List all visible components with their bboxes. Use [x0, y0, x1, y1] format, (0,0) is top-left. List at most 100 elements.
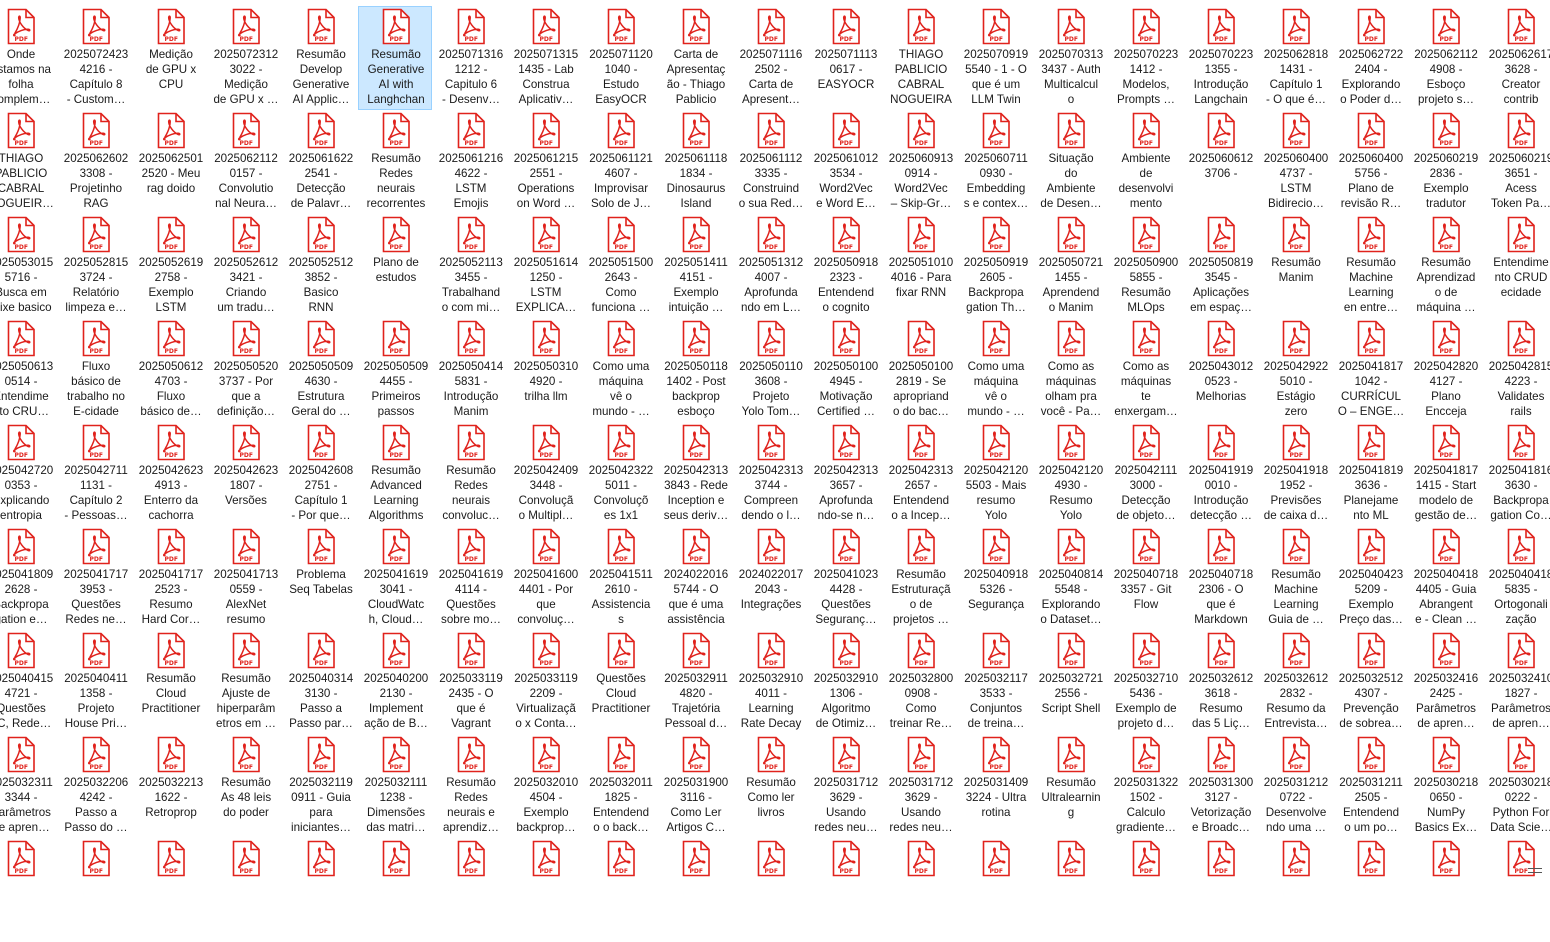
pdf-file-item[interactable]: PDF 2025040314 3130 - Passo a Passo par… — [283, 630, 357, 734]
pdf-file-item[interactable]: PDF 2025071316 1212 - Capitulo 6 - Desenv… — [433, 6, 507, 110]
pdf-file-item[interactable]: PDF 2025050414 5831 - Introdução Manim — [433, 318, 507, 422]
pdf-file-item[interactable]: PDF 2025062112 0157 - Convolutio nal Neur… — [208, 110, 282, 214]
pdf-file-item[interactable]: PDF 2025042313 2657 - Entendend o a Incep… — [883, 422, 957, 526]
pdf-file-item[interactable]: PDF 2025041819 3636 - Planejame nto ML — [1333, 422, 1407, 526]
pdf-file-item[interactable]: PDF — [1483, 838, 1550, 942]
pdf-file-item[interactable]: PDF — [958, 838, 1032, 942]
pdf-file-item[interactable]: PDF 2025032911 4820 - Trajetória Pessoal … — [658, 630, 732, 734]
pdf-file-item[interactable]: PDF Resumão Machine Learning Guia de … — [1258, 526, 1332, 630]
pdf-file-item[interactable]: PDF 2025050100 4945 - Motivação Certified… — [808, 318, 882, 422]
pdf-file-item[interactable]: PDF 2025061121 4607 - Improvisar Solo de … — [583, 110, 657, 214]
pdf-file-item[interactable]: PDF 2025050613 0514 - Entendime nto CRU… — [0, 318, 57, 422]
pdf-file-item[interactable]: PDF 2025041809 2628 - Backpropa gation e… — [0, 526, 57, 630]
pdf-file-item[interactable]: PDF 2025062602 3308 - Projetinho RAG — [58, 110, 132, 214]
pdf-file-item[interactable]: PDF Resumão Advanced Learning Algorithms — [358, 422, 432, 526]
pdf-file-item[interactable]: PDF 2025032311 3344 - Parâmetros de apren… — [0, 734, 57, 838]
pdf-file-item[interactable]: PDF Resumão Aprendizad o de máquina … — [1408, 214, 1482, 318]
pdf-file-item[interactable]: PDF — [1333, 838, 1407, 942]
pdf-file-item[interactable]: PDF 2025050612 4703 - Fluxo básico de… — [133, 318, 207, 422]
pdf-file-item[interactable]: PDF — [433, 838, 507, 942]
pdf-file-item[interactable]: PDF 2025042120 4930 - Resumo Yolo — [1033, 422, 1107, 526]
pdf-file-item[interactable]: PDF — [1183, 838, 1257, 942]
pdf-file-item[interactable]: PDF 2025031409 3224 - Ultra rotina — [958, 734, 1032, 838]
pdf-file-item[interactable]: PDF 2025060400 4737 - LSTM Bidirecio… — [1258, 110, 1332, 214]
pdf-file-item[interactable]: PDF — [583, 838, 657, 942]
pdf-file-item[interactable]: PDF 2025032710 5436 - Exemplo de projeto … — [1108, 630, 1182, 734]
pdf-file-item[interactable]: PDF 2025052113 3455 - Trabalhand o com mi… — [433, 214, 507, 318]
pdf-file-item[interactable]: PDF 2025070223 1412 - Modelos, Prompts … — [1108, 6, 1182, 110]
pdf-file-item[interactable]: PDF 2025042313 3657 - Aprofunda ndo-se n… — [808, 422, 882, 526]
pdf-file-item[interactable]: PDF Resumão Redes neurais recorrentes — [358, 110, 432, 214]
pdf-file-item[interactable]: PDF 2025031212 0722 - Desenvolve ndo uma … — [1258, 734, 1332, 838]
pdf-file-item[interactable]: PDF Resumão Redes neurais convoluc… — [433, 422, 507, 526]
pdf-file-item[interactable]: PDF 2025060219 2836 - Exemplo tradutor — [1408, 110, 1482, 214]
pdf-file-item[interactable]: PDF 2025050118 1402 - Post backprop esboç… — [658, 318, 732, 422]
pdf-file-item[interactable]: PDF 2025030218 0222 - Python For Data Sci… — [1483, 734, 1550, 838]
pdf-file-item[interactable]: PDF 2025071113 0617 - EASYOCR — [808, 6, 882, 110]
pdf-file-item[interactable]: PDF — [1408, 838, 1482, 942]
pdf-file-item[interactable]: PDF 2025061112 3335 - Construind o sua Re… — [733, 110, 807, 214]
pdf-file-item[interactable]: PDF 2025032111 1238 - Dimensões das matri… — [358, 734, 432, 838]
pdf-file-item[interactable]: PDF Fluxo básico de trabalho no E-cidade — [58, 318, 132, 422]
pdf-file-item[interactable]: PDF 2025050918 2323 - Entendend o cognito — [808, 214, 882, 318]
pdf-file-item[interactable]: PDF 2025050310 4920 - trilha llm — [508, 318, 582, 422]
pdf-file-item[interactable]: PDF 2025041717 2523 - Resumo Hard Cor… — [133, 526, 207, 630]
pdf-file-item[interactable]: PDF — [133, 838, 207, 942]
pdf-file-item[interactable]: PDF Resumão Machine Learning en entre… — [1333, 214, 1407, 318]
pdf-file-item[interactable]: PDF Resumão As 48 leis do poder — [208, 734, 282, 838]
pdf-file-item[interactable]: PDF 2025040718 2306 - O que é Markdown — [1183, 526, 1257, 630]
pdf-file-item[interactable]: PDF 2025041713 0559 - AlexNet resumo — [208, 526, 282, 630]
pdf-file-item[interactable]: PDF — [0, 838, 57, 942]
pdf-file-item[interactable]: PDF 2025060612 3706 - — [1183, 110, 1257, 214]
pdf-file-item[interactable]: PDF 2025042922 5010 - Estágio zero — [1258, 318, 1332, 422]
pdf-file-item[interactable]: PDF 2025032612 3618 - Resumo das 5 Liç… — [1183, 630, 1257, 734]
pdf-file-item[interactable]: PDF 2025072423 4216 - Capítulo 8 - Custom… — [58, 6, 132, 110]
pdf-file-item[interactable]: PDF — [358, 838, 432, 942]
pdf-file-item[interactable]: PDF Resumão Cloud Practitioner — [133, 630, 207, 734]
pdf-file-item[interactable]: PDF 2025071116 2502 - Carta de Apresent… — [733, 6, 807, 110]
pdf-file-item[interactable]: PDF Como as máquinas olham pra você - Pa… — [1033, 318, 1107, 422]
pdf-file-item[interactable]: PDF Plano de estudos — [358, 214, 432, 318]
pdf-file-item[interactable]: PDF 2025062501 2520 - Meu rag doido — [133, 110, 207, 214]
pdf-file-item[interactable]: PDF 2025042322 5011 - Convoluçõ es 1x1 — [583, 422, 657, 526]
pdf-file-item[interactable]: PDF 2025041511 2610 - Assistencia s — [583, 526, 657, 630]
pdf-file-item[interactable]: PDF 2025041817 1042 - CURRÍCUL O – ENGE… — [1333, 318, 1407, 422]
pdf-file-item[interactable]: PDF 2025070223 1355 - Introdução Langchai… — [1183, 6, 1257, 110]
pdf-file-item[interactable]: PDF Resumão Como ler livros — [733, 734, 807, 838]
pdf-file-item[interactable]: PDF Como uma máquina vê o mundo - … — [583, 318, 657, 422]
pdf-file-item[interactable]: PDF 2025041717 3953 - Questões Redes ne… — [58, 526, 132, 630]
pdf-file-item[interactable]: PDF 2025071315 1435 - Lab Construa Aplica… — [508, 6, 582, 110]
pdf-file-item[interactable]: PDF Resumão Redes neurais e aprendiz… — [433, 734, 507, 838]
pdf-file-item[interactable]: PDF 2025051411 4151 - Exemplo intuição … — [658, 214, 732, 318]
pdf-file-item[interactable]: PDF 2025061012 3534 - Word2Vec e Word E… — [808, 110, 882, 214]
pdf-file-item[interactable]: PDF 2025042409 3448 - Convoluçã o Multipl… — [508, 422, 582, 526]
pdf-file-item[interactable]: PDF Questões Cloud Practitioner — [583, 630, 657, 734]
pdf-file-item[interactable]: PDF 2025041918 1952 - Previsões de caixa … — [1258, 422, 1332, 526]
pdf-file-item[interactable]: PDF 2025042720 0353 - Explicando entropia — [0, 422, 57, 526]
pdf-file-item[interactable]: PDF 2025032800 0908 - Como treinar Re… — [883, 630, 957, 734]
pdf-file-item[interactable]: PDF 2025050110 3608 - Projeto Yolo Tom… — [733, 318, 807, 422]
pdf-file-item[interactable]: PDF 2025032410 1827 - Parâmetros de apren… — [1483, 630, 1550, 734]
pdf-file-item[interactable]: PDF 2025032010 4504 - Exemplo backprop… — [508, 734, 582, 838]
scroll-indicator[interactable] — [1528, 868, 1542, 873]
pdf-file-item[interactable]: PDF 2025032910 4011 - Learning Rate Decay — [733, 630, 807, 734]
pdf-file-item[interactable]: PDF 2025050900 5855 - Resumão MLOps — [1108, 214, 1182, 318]
pdf-file-item[interactable]: PDF 2025042313 3843 - Rede Inception e se… — [658, 422, 732, 526]
pdf-file-item[interactable]: PDF 2025032119 0911 - Guia para iniciante… — [283, 734, 357, 838]
pdf-file-item[interactable]: PDF 2025040200 2130 - Implement ação de B… — [358, 630, 432, 734]
pdf-file-item[interactable]: PDF 2025042711 1131 - Capítulo 2 - Pessoa… — [58, 422, 132, 526]
pdf-file-item[interactable]: PDF 2025050819 3545 - Aplicações em espaç… — [1183, 214, 1257, 318]
pdf-file-item[interactable]: PDF 2025042608 2751 - Capítulo 1 - Por qu… — [283, 422, 357, 526]
pdf-file-item[interactable]: PDF — [1258, 838, 1332, 942]
pdf-file-item[interactable]: PDF 2025032117 3533 - Conjuntos de treina… — [958, 630, 1032, 734]
pdf-file-item[interactable]: PDF — [58, 838, 132, 942]
pdf-file-item[interactable]: PDF Resumão Ultralearnin g — [1033, 734, 1107, 838]
pdf-file-item[interactable]: PDF 2025040918 5326 - Segurança — [958, 526, 1032, 630]
pdf-file-item[interactable]: PDF 2025072312 3022 - Medição de GPU x … — [208, 6, 282, 110]
pdf-file-item[interactable]: PDF Resumão Develop Generative AI Applic… — [283, 6, 357, 110]
pdf-file-item[interactable]: PDF 2025043012 0523 - Melhorias — [1183, 318, 1257, 422]
pdf-file-item[interactable]: PDF 2025042120 5503 - Mais resumo Yolo — [958, 422, 1032, 526]
pdf-file-item[interactable]: PDF THIAGO PABLICIO CABRAL NOGUEIRA — [883, 6, 957, 110]
pdf-file-item[interactable]: PDF 2025041600 4401 - Por que convoluç… — [508, 526, 582, 630]
pdf-file-item[interactable]: PDF 2025040415 4721 - Questões LC, Rede… — [0, 630, 57, 734]
